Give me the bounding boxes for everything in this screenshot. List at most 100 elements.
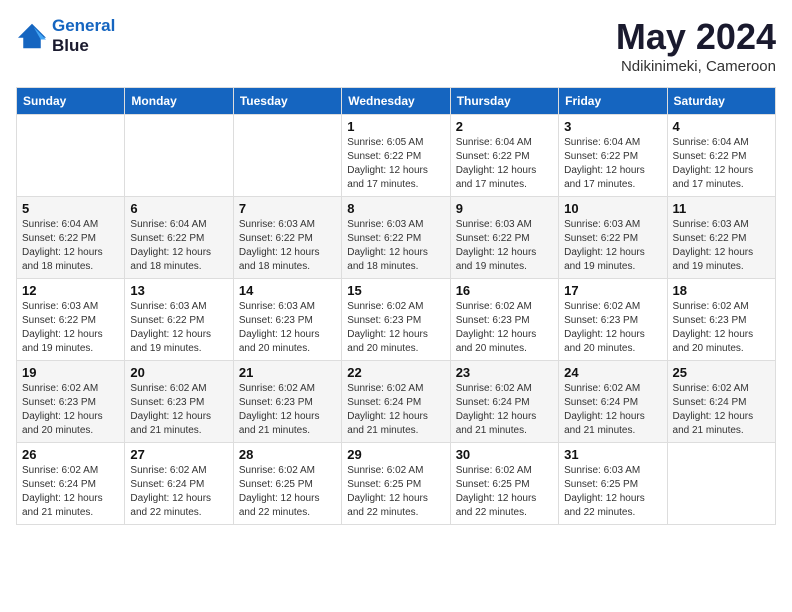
day-info: Sunrise: 6:03 AMSunset: 6:25 PMDaylight:… (564, 464, 661, 520)
day-info: Sunrise: 6:03 AMSunset: 6:22 PMDaylight:… (239, 218, 336, 274)
calendar-day-21: 21 Sunrise: 6:02 AMSunset: 6:23 PMDayligh… (233, 361, 341, 443)
calendar-day-12: 12 Sunrise: 6:03 AMSunset: 6:22 PMDayligh… (17, 279, 125, 361)
day-info: Sunrise: 6:04 AMSunset: 6:22 PMDaylight:… (130, 218, 227, 274)
calendar-day-7: 7 Sunrise: 6:03 AMSunset: 6:22 PMDaylight… (233, 197, 341, 279)
day-info: Sunrise: 6:02 AMSunset: 6:24 PMDaylight:… (564, 382, 661, 438)
calendar-day-22: 22 Sunrise: 6:02 AMSunset: 6:24 PMDayligh… (342, 361, 450, 443)
day-number: 21 (239, 365, 336, 380)
day-number: 6 (130, 201, 227, 216)
calendar-empty-cell (17, 115, 125, 197)
calendar-week-row: 12 Sunrise: 6:03 AMSunset: 6:22 PMDayligh… (17, 279, 776, 361)
calendar-day-29: 29 Sunrise: 6:02 AMSunset: 6:25 PMDayligh… (342, 443, 450, 525)
day-info: Sunrise: 6:02 AMSunset: 6:24 PMDaylight:… (130, 464, 227, 520)
calendar-day-10: 10 Sunrise: 6:03 AMSunset: 6:22 PMDayligh… (559, 197, 667, 279)
day-info: Sunrise: 6:04 AMSunset: 6:22 PMDaylight:… (673, 136, 770, 192)
day-number: 27 (130, 447, 227, 462)
calendar-header-saturday: Saturday (667, 88, 775, 115)
day-info: Sunrise: 6:02 AMSunset: 6:23 PMDaylight:… (239, 382, 336, 438)
calendar-day-24: 24 Sunrise: 6:02 AMSunset: 6:24 PMDayligh… (559, 361, 667, 443)
day-info: Sunrise: 6:02 AMSunset: 6:23 PMDaylight:… (456, 300, 553, 356)
day-number: 28 (239, 447, 336, 462)
day-info: Sunrise: 6:02 AMSunset: 6:23 PMDaylight:… (347, 300, 444, 356)
day-number: 24 (564, 365, 661, 380)
day-info: Sunrise: 6:03 AMSunset: 6:23 PMDaylight:… (239, 300, 336, 356)
calendar-day-20: 20Sunrise: 6:02 AMSunset: 6:23 PMDayligh… (125, 361, 233, 443)
day-number: 26 (22, 447, 119, 462)
day-info: Sunrise: 6:03 AMSunset: 6:22 PMDaylight:… (22, 300, 119, 356)
title-area: May 2024 Ndikinimeki, Cameroon (616, 16, 776, 75)
calendar-week-row: 5 Sunrise: 6:04 AMSunset: 6:22 PMDaylight… (17, 197, 776, 279)
day-info: Sunrise: 6:02 AMSunset: 6:23 PMDaylight:… (22, 382, 119, 438)
day-number: 30 (456, 447, 553, 462)
calendar-day-26: 26 Sunrise: 6:02 AMSunset: 6:24 PMDayligh… (17, 443, 125, 525)
day-info: Sunrise: 6:02 AMSunset: 6:25 PMDaylight:… (456, 464, 553, 520)
day-number: 22 (347, 365, 444, 380)
day-info: Sunrise: 6:02 AMSunset: 6:24 PMDaylight:… (22, 464, 119, 520)
day-info: Sunrise: 6:05 AMSunset: 6:22 PMDaylight:… (347, 136, 444, 192)
logo-icon (16, 22, 48, 50)
day-number: 11 (673, 201, 770, 216)
calendar-day-2: 2 Sunrise: 6:04 AMSunset: 6:22 PMDaylight… (450, 115, 558, 197)
day-number: 7 (239, 201, 336, 216)
calendar-day-27: 27 Sunrise: 6:02 AMSunset: 6:24 PMDayligh… (125, 443, 233, 525)
logo-text: General Blue (52, 16, 115, 55)
calendar-header-row: SundayMondayTuesdayWednesdayThursdayFrid… (17, 88, 776, 115)
day-number: 16 (456, 283, 553, 298)
day-number: 17 (564, 283, 661, 298)
day-number: 2 (456, 119, 553, 134)
day-number: 10 (564, 201, 661, 216)
calendar-day-19: 19 Sunrise: 6:02 AMSunset: 6:23 PMDayligh… (17, 361, 125, 443)
calendar-day-8: 8 Sunrise: 6:03 AMSunset: 6:22 PMDaylight… (342, 197, 450, 279)
day-info: Sunrise: 6:04 AMSunset: 6:22 PMDaylight:… (22, 218, 119, 274)
calendar-day-28: 28 Sunrise: 6:02 AMSunset: 6:25 PMDayligh… (233, 443, 341, 525)
day-number: 9 (456, 201, 553, 216)
calendar-day-15: 15Sunrise: 6:02 AMSunset: 6:23 PMDayligh… (342, 279, 450, 361)
logo: General Blue (16, 16, 115, 55)
month-title: May 2024 (616, 16, 776, 58)
calendar-header-friday: Friday (559, 88, 667, 115)
day-number: 12 (22, 283, 119, 298)
location-subtitle: Ndikinimeki, Cameroon (616, 58, 776, 75)
calendar-day-31: 31 Sunrise: 6:03 AMSunset: 6:25 PMDayligh… (559, 443, 667, 525)
day-info: Sunrise: 6:03 AMSunset: 6:22 PMDaylight:… (456, 218, 553, 274)
day-number: 19 (22, 365, 119, 380)
day-info: Sunrise: 6:02 AMSunset: 6:25 PMDaylight:… (239, 464, 336, 520)
day-info: Sunrise: 6:02 AMSunset: 6:23 PMDaylight:… (130, 382, 227, 438)
day-info: Sunrise: 6:03 AMSunset: 6:22 PMDaylight:… (347, 218, 444, 274)
calendar-empty-cell (667, 443, 775, 525)
day-info: Sunrise: 6:04 AMSunset: 6:22 PMDaylight:… (456, 136, 553, 192)
calendar-day-17: 17 Sunrise: 6:02 AMSunset: 6:23 PMDayligh… (559, 279, 667, 361)
day-number: 8 (347, 201, 444, 216)
day-info: Sunrise: 6:03 AMSunset: 6:22 PMDaylight:… (564, 218, 661, 274)
calendar-day-6: 6 Sunrise: 6:04 AMSunset: 6:22 PMDaylight… (125, 197, 233, 279)
calendar-week-row: 26 Sunrise: 6:02 AMSunset: 6:24 PMDayligh… (17, 443, 776, 525)
calendar-day-13: 13Sunrise: 6:03 AMSunset: 6:22 PMDayligh… (125, 279, 233, 361)
calendar-day-30: 30 Sunrise: 6:02 AMSunset: 6:25 PMDayligh… (450, 443, 558, 525)
calendar-empty-cell (125, 115, 233, 197)
calendar-day-23: 23Sunrise: 6:02 AMSunset: 6:24 PMDayligh… (450, 361, 558, 443)
calendar-day-5: 5 Sunrise: 6:04 AMSunset: 6:22 PMDaylight… (17, 197, 125, 279)
calendar-day-3: 3Sunrise: 6:04 AMSunset: 6:22 PMDaylight… (559, 115, 667, 197)
day-info: Sunrise: 6:02 AMSunset: 6:23 PMDaylight:… (673, 300, 770, 356)
day-number: 14 (239, 283, 336, 298)
calendar-header-monday: Monday (125, 88, 233, 115)
day-number: 5 (22, 201, 119, 216)
calendar-day-4: 4Sunrise: 6:04 AMSunset: 6:22 PMDaylight… (667, 115, 775, 197)
day-info: Sunrise: 6:02 AMSunset: 6:25 PMDaylight:… (347, 464, 444, 520)
day-info: Sunrise: 6:03 AMSunset: 6:22 PMDaylight:… (130, 300, 227, 356)
calendar-week-row: 1Sunrise: 6:05 AMSunset: 6:22 PMDaylight… (17, 115, 776, 197)
calendar-empty-cell (233, 115, 341, 197)
calendar-day-9: 9 Sunrise: 6:03 AMSunset: 6:22 PMDaylight… (450, 197, 558, 279)
day-info: Sunrise: 6:02 AMSunset: 6:24 PMDaylight:… (347, 382, 444, 438)
calendar-day-25: 25Sunrise: 6:02 AMSunset: 6:24 PMDayligh… (667, 361, 775, 443)
day-number: 3 (564, 119, 661, 134)
calendar-header-sunday: Sunday (17, 88, 125, 115)
day-number: 31 (564, 447, 661, 462)
calendar-week-row: 19 Sunrise: 6:02 AMSunset: 6:23 PMDayligh… (17, 361, 776, 443)
calendar-day-1: 1Sunrise: 6:05 AMSunset: 6:22 PMDaylight… (342, 115, 450, 197)
day-number: 29 (347, 447, 444, 462)
day-number: 25 (673, 365, 770, 380)
day-info: Sunrise: 6:02 AMSunset: 6:23 PMDaylight:… (564, 300, 661, 356)
calendar-header-tuesday: Tuesday (233, 88, 341, 115)
calendar-day-11: 11Sunrise: 6:03 AMSunset: 6:22 PMDayligh… (667, 197, 775, 279)
